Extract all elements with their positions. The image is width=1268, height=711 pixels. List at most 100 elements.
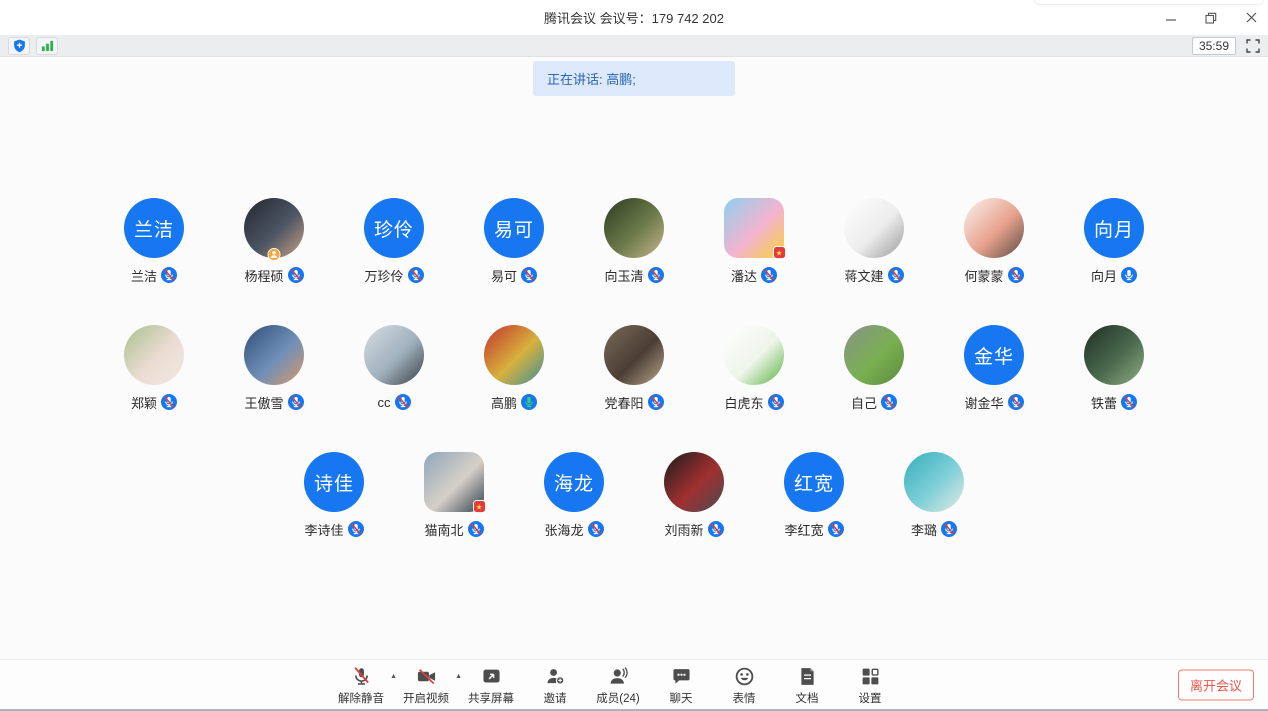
participant-tile[interactable]: 铁蕾 <box>1054 325 1174 411</box>
participant-avatar <box>904 452 964 512</box>
toolbar-item-label: 开启视频 <box>403 690 449 706</box>
meeting-statusbar: 35:59 <box>0 35 1268 57</box>
participant-avatar <box>604 198 664 258</box>
participant-tile[interactable]: ★潘达 <box>694 198 814 284</box>
share-screen-icon <box>481 666 502 687</box>
toolbar-share-screen-button[interactable]: 共享屏幕 <box>466 664 516 706</box>
network-status-button[interactable] <box>36 37 58 55</box>
participant-tile[interactable]: 珍伶万珍伶 <box>334 198 454 284</box>
mic-status-icon <box>395 394 411 410</box>
participant-tile[interactable]: 何蒙蒙 <box>934 198 1054 284</box>
participant-avatar <box>604 325 664 385</box>
avatar-initials: 易可 <box>494 215 534 242</box>
participant-tile[interactable]: 李璐 <box>874 452 994 538</box>
participant-tile[interactable]: 向月向月 <box>1054 198 1174 284</box>
member-role-badge <box>268 248 281 261</box>
leave-meeting-button[interactable]: 离开会议 <box>1178 669 1254 700</box>
participant-row: 诗佳李诗佳★猫南北海龙张海龙刘雨新红宽李红宽李璐 <box>0 452 1268 538</box>
members-icon <box>608 666 629 687</box>
participant-avatar <box>124 325 184 385</box>
participant-name-line: 自己 <box>851 393 897 411</box>
mic-status-icon <box>648 394 664 410</box>
participant-tile[interactable]: 易可易可 <box>454 198 574 284</box>
participant-tile[interactable]: 自己 <box>814 325 934 411</box>
svg-text:★: ★ <box>476 502 483 511</box>
mic-status-icon <box>648 267 664 283</box>
participant-name-line: 党春阳 <box>604 393 663 411</box>
minimize-button[interactable] <box>1164 11 1178 25</box>
participant-tile[interactable]: 海龙张海龙 <box>514 452 634 538</box>
participant-name: 高鹏 <box>491 393 517 412</box>
toolbar-settings-button[interactable]: 设置 <box>846 664 894 706</box>
mic-status-icon <box>1121 394 1137 410</box>
participant-avatar: 海龙 <box>544 452 604 512</box>
participant-tile[interactable]: 蒋文建 <box>814 198 934 284</box>
participant-tile[interactable]: 郑颖 <box>94 325 214 411</box>
avatar-initials: 珍伶 <box>374 215 414 242</box>
participant-tile[interactable]: 高鹏 <box>454 325 574 411</box>
mic-status-icon <box>1008 394 1024 410</box>
mic-status-icon <box>828 521 844 537</box>
toolbar-members-button[interactable]: 成员(24) <box>594 664 642 706</box>
toolbar-chat-button[interactable]: 聊天 <box>657 664 705 706</box>
toolbar-item-label: 邀请 <box>544 690 567 706</box>
toolbar-item-label: 共享屏幕 <box>468 690 514 706</box>
chevron-up-icon[interactable]: ▲ <box>455 673 462 680</box>
shield-icon <box>13 39 26 53</box>
participant-avatar: 金华 <box>964 325 1024 385</box>
participant-tile[interactable]: 诗佳李诗佳 <box>274 452 394 538</box>
avatar-initials: 金华 <box>974 342 1014 369</box>
participant-row: 兰洁兰洁杨程硕珍伶万珍伶易可易可向玉清★潘达蒋文建何蒙蒙向月向月 <box>0 198 1268 284</box>
participant-name-line: 何蒙蒙 <box>964 266 1023 284</box>
participant-tile[interactable]: 白虎东 <box>694 325 814 411</box>
avatar-initials: 诗佳 <box>314 469 354 496</box>
participant-tile[interactable]: 杨程硕 <box>214 198 334 284</box>
participant-grid: 兰洁兰洁杨程硕珍伶万珍伶易可易可向玉清★潘达蒋文建何蒙蒙向月向月郑颖王傲雪cc高… <box>0 198 1268 538</box>
window-titlebar: 腾讯会议 会议号：179 742 202 <box>0 0 1268 35</box>
mic-status-icon <box>941 521 957 537</box>
avatar-initials: 海龙 <box>554 469 594 496</box>
emoji-icon <box>734 666 755 687</box>
participant-avatar <box>664 452 724 512</box>
participant-tile[interactable]: cc <box>334 325 454 411</box>
fullscreen-button[interactable] <box>1246 39 1260 53</box>
toolbar-camera-off-button[interactable]: 开启视频▲ <box>401 664 451 706</box>
participant-tile[interactable]: ★猫南北 <box>394 452 514 538</box>
participant-avatar: 易可 <box>484 198 544 258</box>
participant-tile[interactable]: 刘雨新 <box>634 452 754 538</box>
chat-icon <box>671 666 692 687</box>
participant-name-line: 李红宽 <box>784 520 843 538</box>
settings-icon <box>860 666 881 687</box>
participant-name-line: 李璐 <box>911 520 957 538</box>
participant-name: 向玉清 <box>604 266 643 285</box>
meeting-canvas: 正在讲话: 高鹏; 兰洁兰洁杨程硕珍伶万珍伶易可易可向玉清★潘达蒋文建何蒙蒙向月… <box>0 61 1268 659</box>
chevron-up-icon[interactable]: ▲ <box>390 673 397 680</box>
participant-name: 易可 <box>491 266 517 285</box>
mic-status-icon <box>1121 267 1137 283</box>
restore-button[interactable] <box>1204 11 1218 25</box>
toolbar-mic-muted-button[interactable]: 解除静音▲ <box>336 664 386 706</box>
toolbar-emoji-button[interactable]: 表情 <box>720 664 768 706</box>
participant-avatar <box>724 325 784 385</box>
mic-status-icon <box>288 267 304 283</box>
close-button[interactable] <box>1244 11 1258 25</box>
participant-avatar: 兰洁 <box>124 198 184 258</box>
mic-status-icon <box>408 267 424 283</box>
participant-tile[interactable]: 党春阳 <box>574 325 694 411</box>
window-title: 腾讯会议 会议号：179 742 202 <box>544 8 724 27</box>
participant-tile[interactable]: 金华谢金华 <box>934 325 1054 411</box>
toolbar-docs-button[interactable]: 文档 <box>783 664 831 706</box>
participant-tile[interactable]: 红宽李红宽 <box>754 452 874 538</box>
participant-tile[interactable]: 王傲雪 <box>214 325 334 411</box>
participant-name-line: cc <box>378 393 411 411</box>
toolbar-invite-button[interactable]: 邀请 <box>531 664 579 706</box>
participant-name: 李诗佳 <box>304 520 343 539</box>
participant-name: cc <box>378 395 391 410</box>
participant-tile[interactable]: 向玉清 <box>574 198 694 284</box>
camera-off-icon <box>416 666 437 687</box>
meeting-security-button[interactable] <box>8 37 30 55</box>
participant-tile[interactable]: 兰洁兰洁 <box>94 198 214 284</box>
participant-name: 刘雨新 <box>664 520 703 539</box>
avatar-initials: 向月 <box>1094 215 1134 242</box>
participant-avatar <box>364 325 424 385</box>
